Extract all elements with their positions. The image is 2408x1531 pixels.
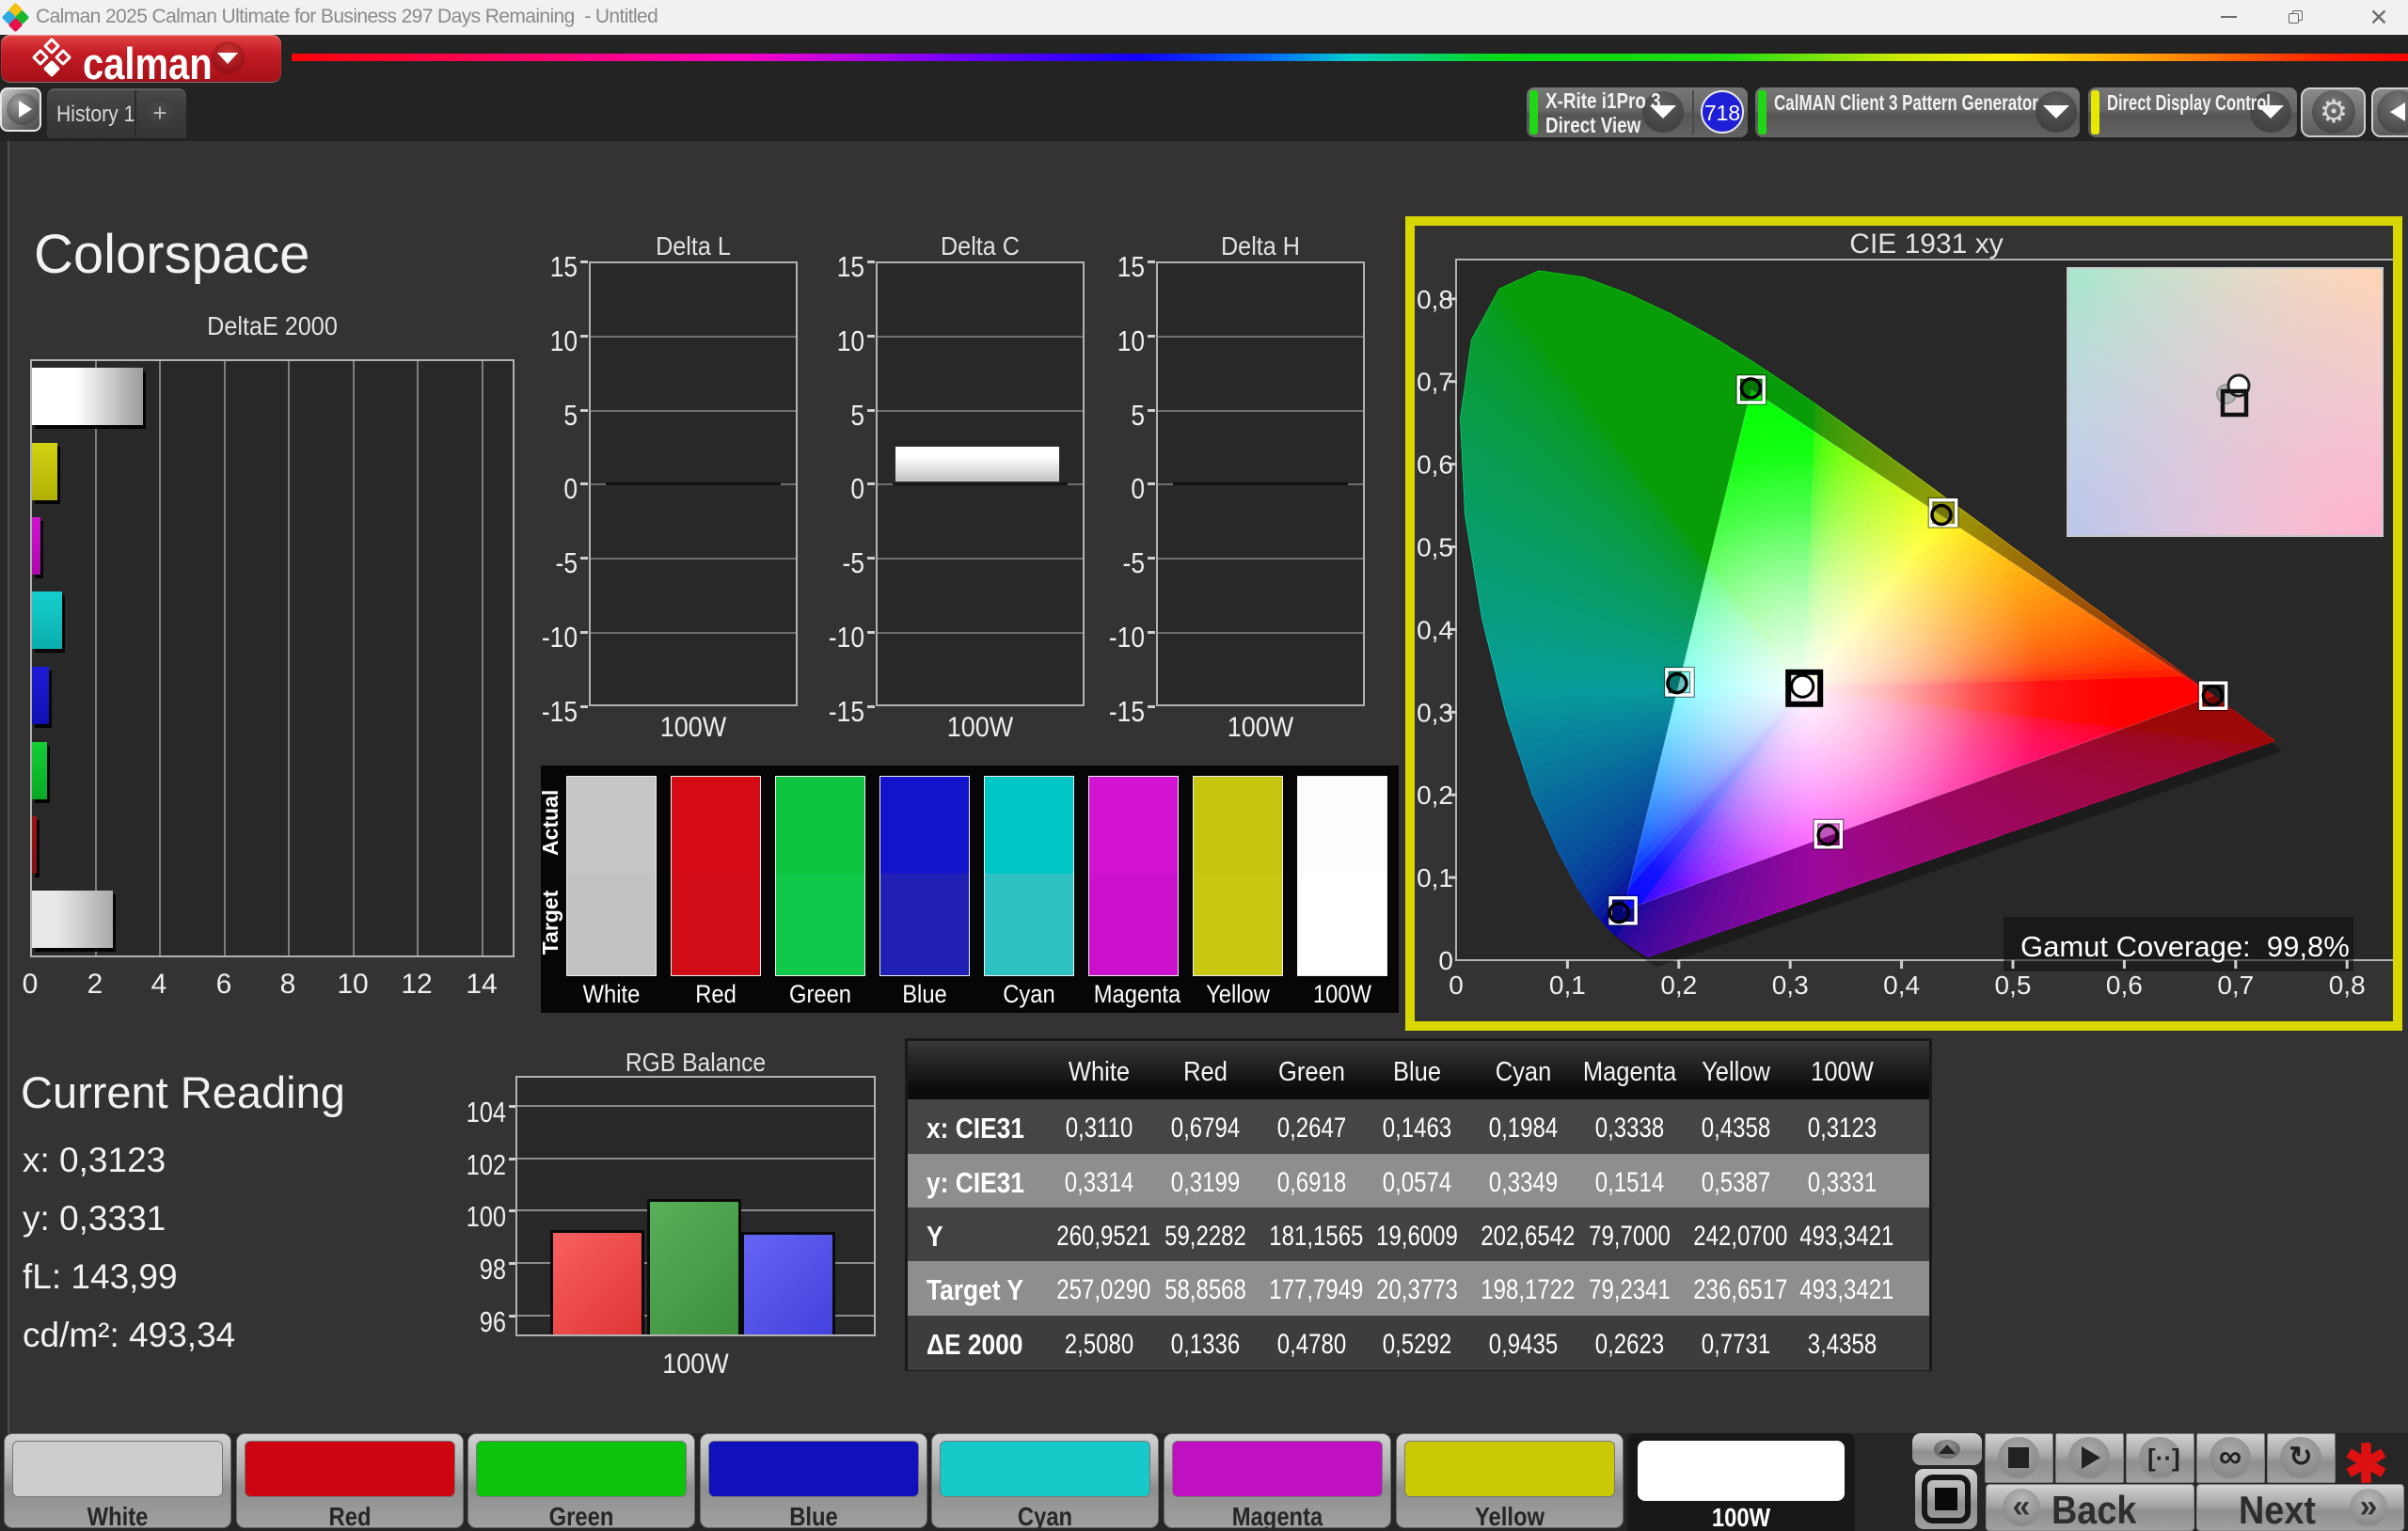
- svg-text:0,4: 0,4: [1883, 971, 1920, 1000]
- svg-text:CIE 1931 xy: CIE 1931 xy: [1849, 229, 2003, 260]
- svg-text:0,4: 0,4: [1417, 615, 1453, 644]
- svg-text:0,5: 0,5: [1417, 533, 1453, 562]
- svg-text:0,1: 0,1: [1549, 971, 1586, 1000]
- svg-text:0,8: 0,8: [1417, 285, 1453, 314]
- svg-text:0,8: 0,8: [2329, 971, 2366, 1000]
- svg-text:0,2: 0,2: [1417, 781, 1453, 810]
- svg-text:0,2: 0,2: [1660, 971, 1697, 1000]
- svg-text:0,6: 0,6: [2106, 971, 2143, 1000]
- svg-text:0,3: 0,3: [1772, 971, 1809, 1000]
- svg-text:0,3: 0,3: [1417, 698, 1453, 727]
- svg-text:0,6: 0,6: [1417, 450, 1453, 480]
- svg-text:Gamut Coverage: 99,8%: Gamut Coverage: 99,8%: [2020, 930, 2350, 963]
- svg-text:0,7: 0,7: [2217, 971, 2254, 1000]
- svg-text:0: 0: [1438, 946, 1453, 975]
- svg-text:0,1: 0,1: [1417, 863, 1453, 892]
- svg-text:0,5: 0,5: [1995, 971, 2032, 1000]
- svg-text:0,7: 0,7: [1417, 368, 1453, 397]
